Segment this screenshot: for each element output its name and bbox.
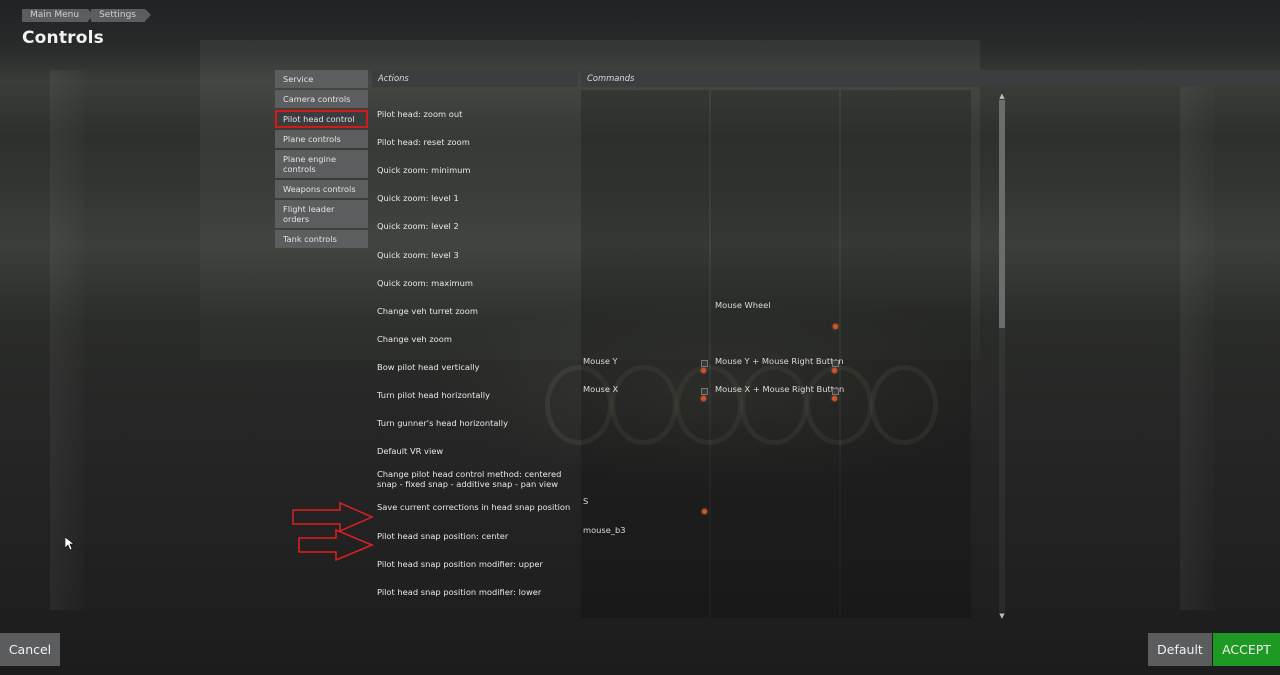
actions-header: Actions [372, 70, 578, 87]
binding-indicator-icon [701, 396, 706, 401]
action-label: Quick zoom: minimum [377, 165, 471, 176]
binding-row[interactable]: Pilot head snap position: center mouse_b3 [377, 522, 997, 550]
action-label: Default VR view [377, 446, 444, 457]
binding-row[interactable]: Bow pilot head vertically Mouse Y Mouse Y … [377, 353, 997, 381]
command-primary[interactable]: Mouse Y [583, 356, 618, 366]
background-pillar [50, 70, 84, 610]
checkbox-icon[interactable] [701, 359, 708, 367]
command-secondary[interactable]: Mouse X + Mouse Right Button [715, 384, 844, 394]
action-label: Quick zoom: level 3 [377, 249, 459, 260]
action-label: Change veh turret zoom [377, 305, 478, 316]
binding-row[interactable]: Quick zoom: level 1 [377, 184, 997, 212]
binding-row[interactable]: Save current corrections in head snap po… [377, 493, 997, 521]
action-label: Quick zoom: level 1 [377, 193, 459, 204]
background-pillar [1180, 70, 1214, 610]
scrollbar[interactable]: ▲ ▼ [998, 92, 1006, 620]
category-item[interactable]: Flight leader orders [275, 200, 368, 228]
commands-header: Commands [581, 70, 1280, 87]
checkbox-icon[interactable] [832, 388, 839, 395]
action-label: Pilot head: reset zoom [377, 137, 470, 148]
action-label: Pilot head snap position modifier: upper [377, 558, 543, 569]
scroll-thumb[interactable] [999, 100, 1005, 328]
scroll-down-icon[interactable]: ▼ [998, 612, 1006, 620]
binding-indicator-icon [832, 367, 837, 373]
action-label: Bow pilot head vertically [377, 361, 480, 372]
binding-row[interactable]: Quick zoom: level 3 [377, 241, 997, 269]
binding-indicator-icon [701, 367, 706, 373]
category-item[interactable]: Camera controls [275, 90, 368, 108]
action-label: Turn gunner's head horizontally [377, 418, 508, 429]
breadcrumb: Main Menu Settings [22, 9, 151, 22]
binding-row[interactable]: Quick zoom: level 2 [377, 212, 997, 240]
action-label: Pilot head snap position modifier: lower [377, 586, 542, 597]
binding-row[interactable]: Change veh turret zoom Mouse Wheel [377, 297, 997, 329]
binding-indicator-icon [702, 509, 707, 515]
command-primary[interactable]: S [583, 496, 588, 506]
command-primary[interactable]: mouse_b3 [583, 525, 626, 535]
annotation-arrow-icon [292, 502, 374, 532]
breadcrumb-settings[interactable]: Settings [91, 9, 151, 22]
accept-button[interactable]: ACCEPT [1213, 633, 1280, 666]
binding-row[interactable]: Default VR view [377, 437, 997, 465]
binding-indicator-icon [832, 396, 837, 401]
binding-row[interactable]: Change pilot head control method: center… [377, 465, 997, 493]
binding-row[interactable]: Turn gunner's head horizontally [377, 409, 997, 437]
mouse-cursor-icon [65, 537, 75, 551]
action-label: Pilot head snap position: center [377, 530, 509, 541]
default-button[interactable]: Default [1148, 633, 1212, 666]
page-title: Controls [22, 28, 104, 48]
action-label: Save current corrections in head snap po… [377, 502, 571, 513]
binding-row[interactable]: Quick zoom: minimum [377, 156, 997, 184]
scroll-up-icon[interactable]: ▲ [998, 92, 1006, 100]
binding-row[interactable]: Turn pilot head horizontally Mouse X Mouse… [377, 381, 997, 409]
action-label: Quick zoom: maximum [377, 277, 473, 288]
annotation-arrow-icon [298, 529, 374, 561]
category-item[interactable]: Plane controls [275, 130, 368, 148]
action-label: Change pilot head control method: center… [377, 469, 562, 490]
category-item[interactable]: Pilot head control [275, 110, 368, 128]
binding-row[interactable]: Pilot head: reset zoom [377, 128, 997, 156]
category-item[interactable]: Plane engine controls [275, 150, 368, 178]
category-list: Service Camera controls Pilot head control… [275, 70, 368, 250]
category-item[interactable]: Weapons controls [275, 180, 368, 198]
binding-row[interactable]: Pilot head snap position modifier: lower [377, 578, 997, 606]
action-label: Pilot head: zoom out [377, 109, 463, 119]
category-item[interactable]: Tank controls [275, 230, 368, 248]
binding-row[interactable]: Pilot head snap position modifier: upper [377, 550, 997, 578]
binding-row[interactable]: Pilot head: zoom out [377, 100, 997, 128]
action-label: Quick zoom: level 2 [377, 221, 459, 232]
cancel-button[interactable]: Cancel [0, 633, 60, 666]
category-item[interactable]: Service [275, 70, 368, 88]
command-primary[interactable]: Mouse X [583, 384, 618, 394]
command-secondary[interactable]: Mouse Y + Mouse Right Button [715, 356, 844, 366]
action-label: Turn pilot head horizontally [377, 390, 491, 400]
checkbox-icon[interactable] [832, 359, 839, 367]
binding-row[interactable]: Quick zoom: maximum [377, 269, 997, 297]
action-label: Change veh zoom [377, 333, 452, 344]
checkbox-icon[interactable] [701, 388, 708, 395]
binding-row[interactable]: Change veh zoom [377, 325, 997, 353]
breadcrumb-main-menu[interactable]: Main Menu [22, 9, 95, 22]
command-secondary[interactable]: Mouse Wheel [715, 300, 771, 310]
